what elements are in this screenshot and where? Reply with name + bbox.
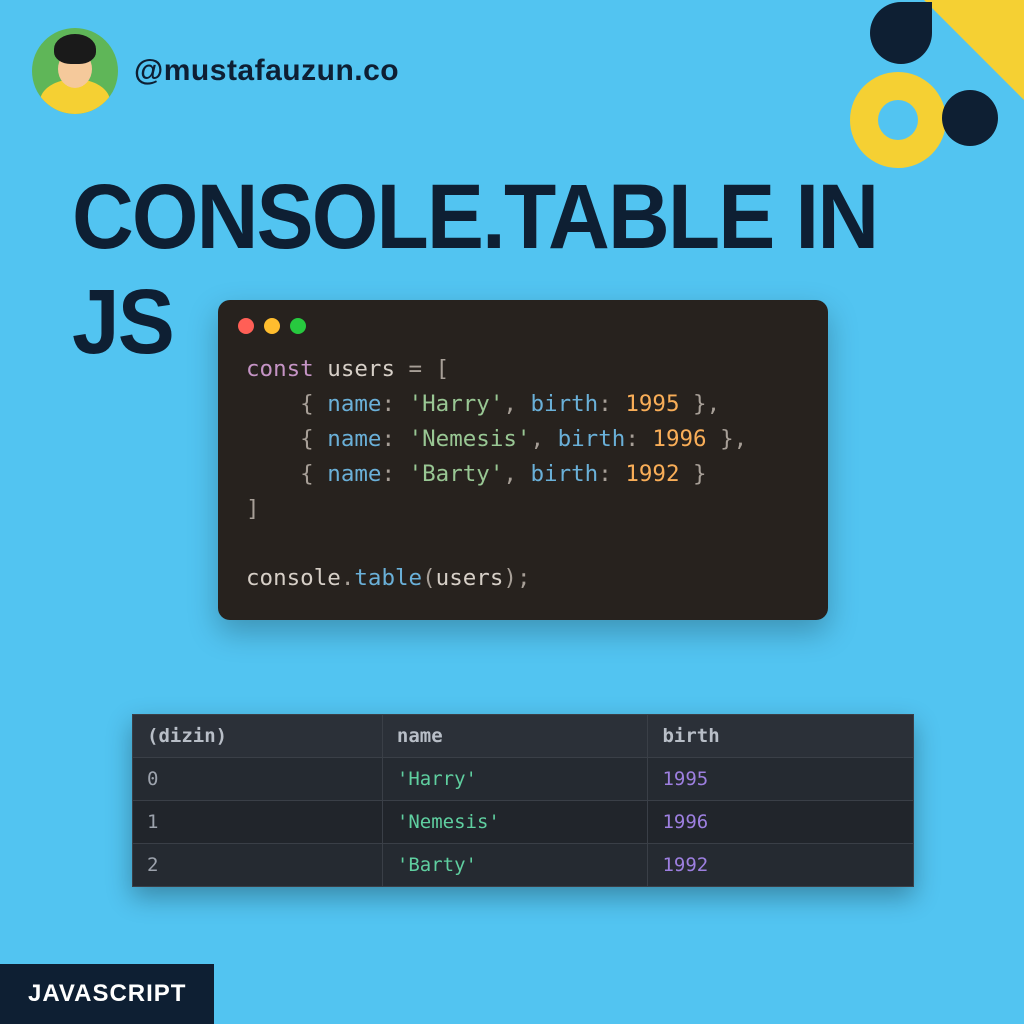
paren-close: ) (503, 565, 517, 591)
row-open: { (246, 461, 327, 487)
comma: , (530, 426, 557, 452)
row-close: }, (680, 391, 721, 417)
ring-shape (850, 72, 946, 168)
table-header-row: (dizin) name birth (133, 715, 914, 758)
column-header-index: (dizin) (133, 715, 383, 758)
cell-birth: 1996 (648, 801, 914, 844)
prop-name: name (327, 461, 381, 487)
keyword-const: const (246, 356, 314, 382)
code-window: const users = [ { name: 'Harry', birth: … (218, 300, 828, 620)
avatar (32, 28, 118, 114)
dot-shape (942, 90, 998, 146)
cell-birth: 1995 (648, 758, 914, 801)
paren-open: ( (422, 565, 436, 591)
console-output-table: (dizin) name birth 0 'Harry' 1995 1 'Nem… (132, 714, 914, 887)
colon: : (381, 426, 408, 452)
author-handle: @mustafauzun.co (134, 54, 399, 88)
column-header-name: name (382, 715, 648, 758)
cell-index: 0 (133, 758, 383, 801)
equals-open-bracket: = [ (395, 356, 449, 382)
decorative-shapes (824, 0, 1024, 180)
close-bracket: ] (246, 496, 260, 522)
cell-name: 'Barty' (382, 844, 648, 887)
string-literal: 'Nemesis' (409, 426, 531, 452)
minimize-icon (264, 318, 280, 334)
header: @mustafauzun.co (32, 28, 399, 114)
identifier-users: users (327, 356, 395, 382)
cell-index: 1 (133, 801, 383, 844)
window-traffic-lights (218, 300, 828, 346)
row-close: } (680, 461, 707, 487)
maximize-icon (290, 318, 306, 334)
console-object: console (246, 565, 341, 591)
prop-birth: birth (530, 391, 598, 417)
number-literal: 1992 (625, 461, 679, 487)
cell-name: 'Nemesis' (382, 801, 648, 844)
table-row: 1 'Nemesis' 1996 (133, 801, 914, 844)
code-block: const users = [ { name: 'Harry', birth: … (218, 346, 828, 602)
row-close: }, (707, 426, 748, 452)
colon: : (598, 461, 625, 487)
comma: , (503, 461, 530, 487)
table-method: table (354, 565, 422, 591)
comma: , (503, 391, 530, 417)
triangle-shape (924, 0, 1024, 100)
dot: . (341, 565, 355, 591)
prop-birth: birth (530, 461, 598, 487)
string-literal: 'Barty' (409, 461, 504, 487)
footer-tag: JAVASCRIPT (0, 964, 214, 1024)
string-literal: 'Harry' (409, 391, 504, 417)
close-icon (238, 318, 254, 334)
colon: : (381, 391, 408, 417)
arg-users: users (436, 565, 504, 591)
cell-index: 2 (133, 844, 383, 887)
number-literal: 1996 (652, 426, 706, 452)
colon: : (381, 461, 408, 487)
cell-name: 'Harry' (382, 758, 648, 801)
colon: : (598, 391, 625, 417)
table-row: 2 'Barty' 1992 (133, 844, 914, 887)
drop-shape (870, 2, 932, 64)
column-header-birth: birth (648, 715, 914, 758)
semicolon: ; (517, 565, 531, 591)
prop-birth: birth (558, 426, 626, 452)
colon: : (625, 426, 652, 452)
prop-name: name (327, 426, 381, 452)
prop-name: name (327, 391, 381, 417)
number-literal: 1995 (625, 391, 679, 417)
table-row: 0 'Harry' 1995 (133, 758, 914, 801)
row-open: { (246, 391, 327, 417)
output-table: (dizin) name birth 0 'Harry' 1995 1 'Nem… (132, 714, 914, 887)
cell-birth: 1992 (648, 844, 914, 887)
row-open: { (246, 426, 327, 452)
